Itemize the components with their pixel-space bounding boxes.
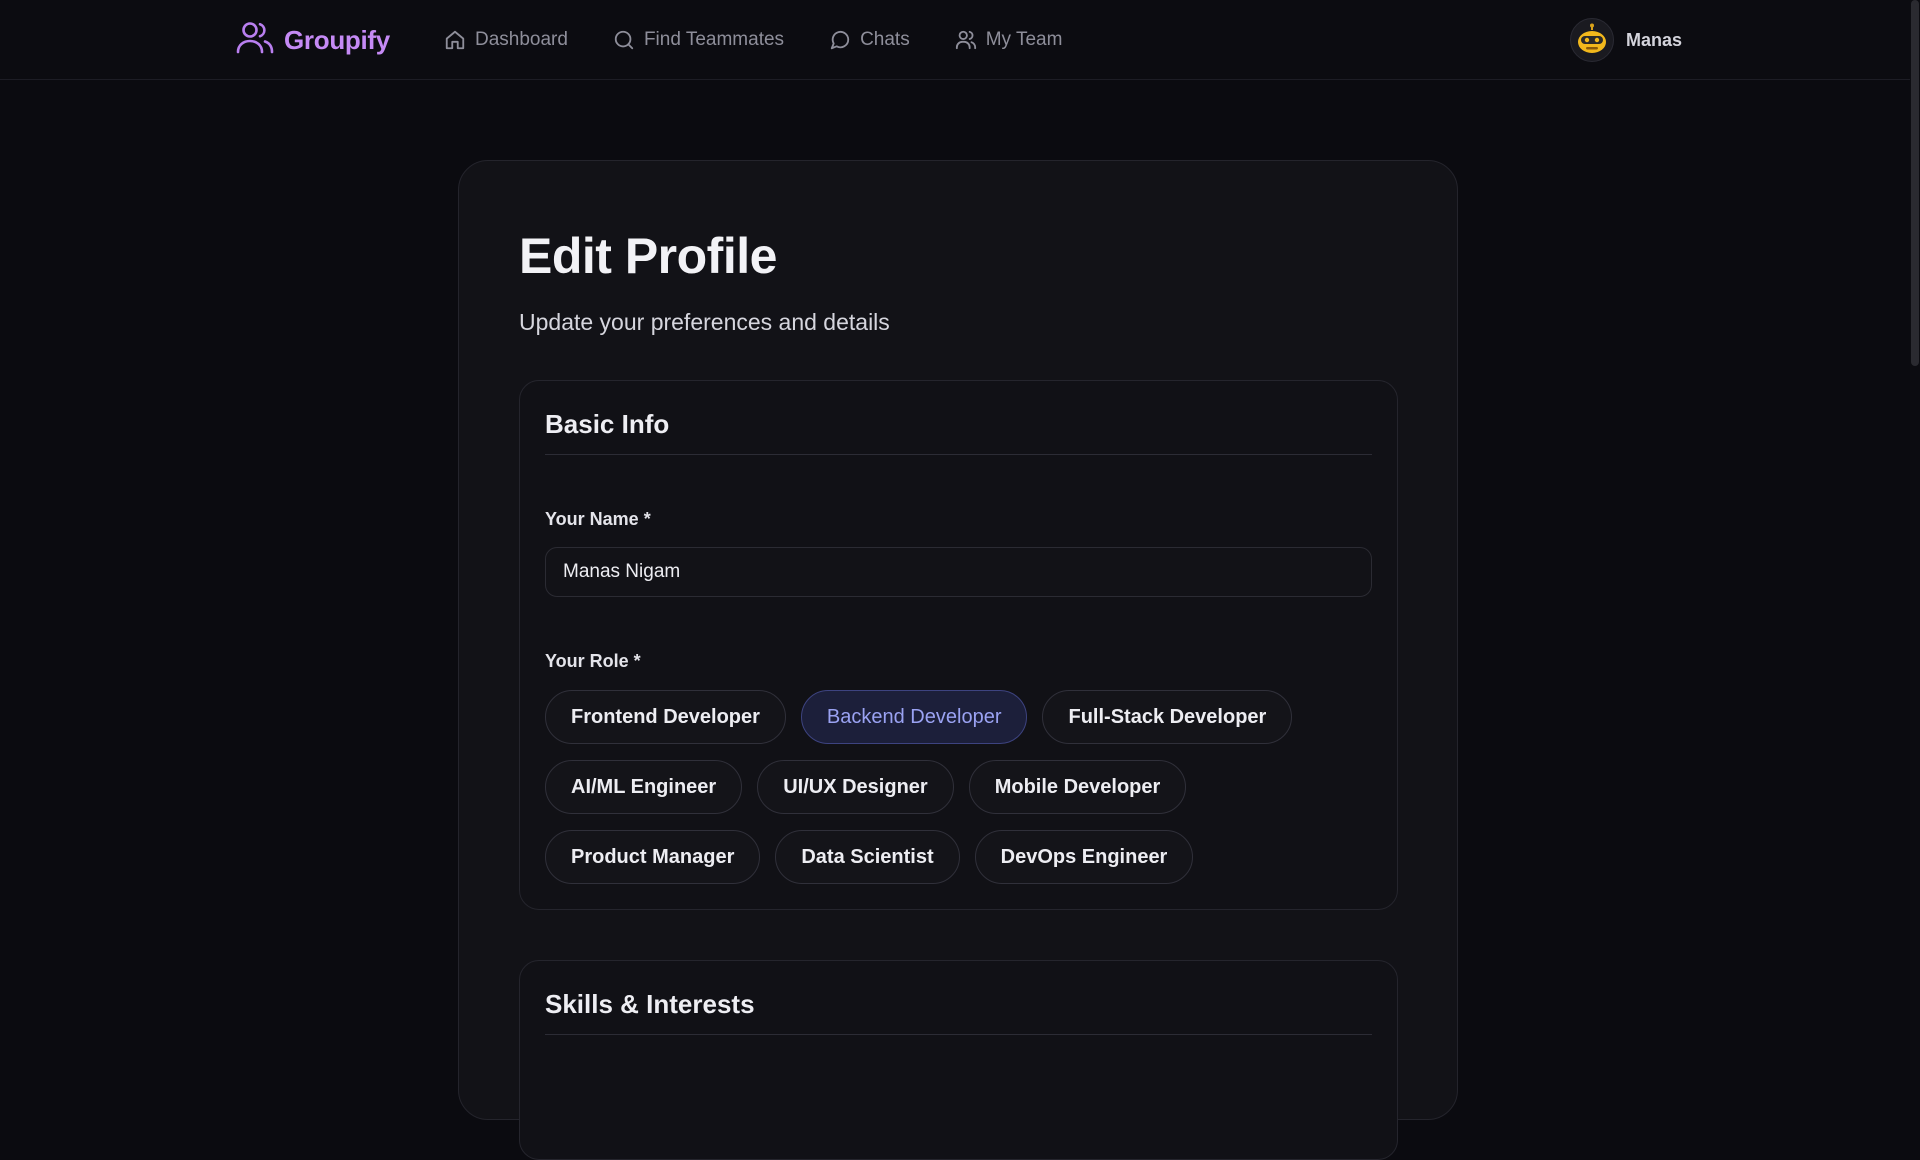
user-menu[interactable]: Manas bbox=[1570, 17, 1682, 63]
scrollbar-thumb[interactable] bbox=[1911, 0, 1919, 366]
home-icon bbox=[444, 29, 466, 51]
chat-bubble-icon bbox=[829, 29, 851, 51]
nav-label: Dashboard bbox=[475, 29, 568, 50]
page-scrollbar[interactable] bbox=[1910, 0, 1920, 1080]
role-chip[interactable]: UI/UX Designer bbox=[757, 760, 954, 814]
basic-info-section: Basic Info Your Name * Your Role * Front… bbox=[519, 380, 1398, 910]
role-row: Frontend Developer Backend Developer Ful… bbox=[545, 690, 1375, 744]
role-chip-group: Frontend Developer Backend Developer Ful… bbox=[545, 690, 1375, 900]
top-navbar: Groupify Dashboard Find Teammates Chats … bbox=[0, 0, 1920, 80]
nav-label: Chats bbox=[860, 29, 910, 50]
nav-my-team[interactable]: My Team bbox=[955, 29, 1063, 51]
page-title: Edit Profile bbox=[519, 228, 777, 284]
skills-interests-section: Skills & Interests bbox=[519, 960, 1398, 1160]
nav-chats[interactable]: Chats bbox=[829, 29, 910, 51]
main-nav: Dashboard Find Teammates Chats My Team bbox=[444, 20, 1107, 60]
role-chip[interactable]: AI/ML Engineer bbox=[545, 760, 743, 814]
page-subtitle: Update your preferences and details bbox=[519, 309, 890, 335]
role-chip[interactable]: Frontend Developer bbox=[545, 690, 786, 744]
role-chip[interactable]: Mobile Developer bbox=[968, 760, 1187, 814]
section-title: Basic Info bbox=[545, 409, 670, 439]
users-icon bbox=[955, 29, 977, 51]
role-chip[interactable]: Data Scientist bbox=[775, 830, 960, 884]
brand-name: Groupify bbox=[284, 24, 390, 55]
section-title: Skills & Interests bbox=[545, 989, 755, 1019]
name-label: Your Name * bbox=[545, 509, 651, 529]
user-name: Manas bbox=[1626, 29, 1683, 50]
nav-dashboard[interactable]: Dashboard bbox=[444, 29, 568, 51]
section-divider bbox=[545, 454, 1372, 455]
name-input[interactable] bbox=[545, 547, 1372, 597]
search-icon bbox=[613, 29, 635, 51]
nav-label: My Team bbox=[985, 29, 1063, 50]
role-chip[interactable]: Full-Stack Developer bbox=[1042, 690, 1293, 744]
robot-avatar-icon[interactable] bbox=[1570, 18, 1614, 62]
brand-logo[interactable]: Groupify bbox=[236, 20, 390, 60]
role-row: Product Manager Data Scientist DevOps En… bbox=[545, 830, 1375, 884]
section-divider bbox=[545, 1034, 1372, 1035]
nav-find-teammates[interactable]: Find Teammates bbox=[613, 29, 784, 51]
nav-label: Find Teammates bbox=[643, 29, 785, 50]
role-chip[interactable]: Product Manager bbox=[545, 830, 761, 884]
role-chip[interactable]: DevOps Engineer bbox=[974, 830, 1194, 884]
role-row: AI/ML Engineer UI/UX Designer Mobile Dev… bbox=[545, 760, 1375, 814]
edit-profile-card: Edit Profile Update your preferences and… bbox=[458, 160, 1458, 1160]
role-label: Your Role * bbox=[545, 651, 641, 671]
role-chip[interactable]: Backend Developer bbox=[800, 690, 1028, 744]
users-logo-icon bbox=[236, 21, 274, 60]
